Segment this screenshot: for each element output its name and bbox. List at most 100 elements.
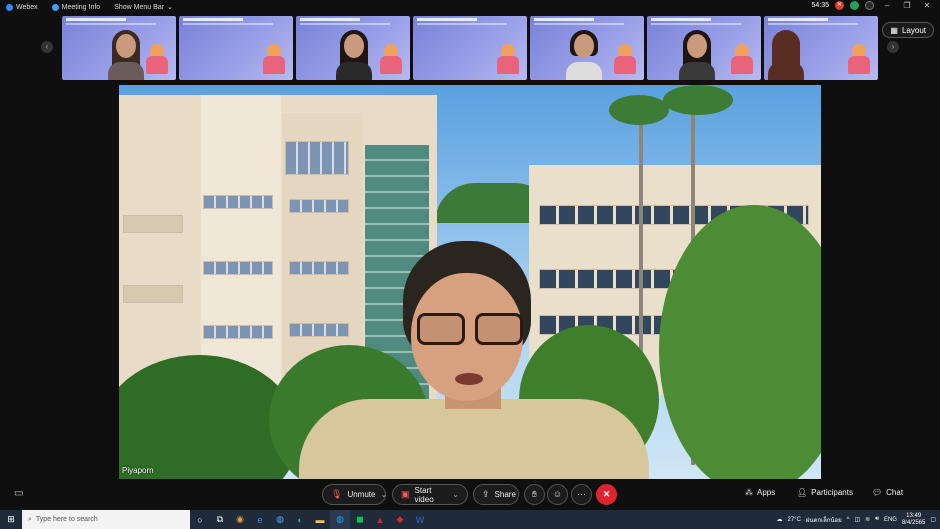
background-art (846, 44, 872, 76)
chat-button[interactable]: 💬︎ Chat (872, 488, 903, 497)
acrobat-icon[interactable]: ▲ (370, 510, 390, 529)
layout-button[interactable]: ▦ Layout (882, 22, 934, 38)
speaker-mouth (455, 373, 483, 385)
layout-label: Layout (901, 25, 926, 35)
share-button[interactable]: ⇪ Share (473, 484, 519, 505)
background-art (261, 44, 287, 76)
file-explorer-icon[interactable]: ▬ (310, 510, 330, 529)
apps-icon: ⁂ (745, 488, 753, 497)
slide-header (66, 18, 126, 21)
language-indicator[interactable]: ENG (884, 517, 897, 523)
apps-button[interactable]: ⁂ Apps (745, 488, 775, 497)
participant-video (106, 28, 146, 80)
webex-logo-icon (6, 3, 13, 11)
clock-time: 13:49 (906, 512, 922, 519)
palm-top (663, 85, 733, 115)
start-video-button[interactable]: ▣ Start video ⌄ (392, 484, 468, 505)
restore-icon[interactable]: ❐ (900, 1, 914, 10)
wifi-icon[interactable]: ≋ (865, 516, 870, 523)
start-video-label: Start video (414, 485, 434, 504)
slide-header (768, 18, 828, 21)
webex-app-menu[interactable]: Webex (6, 3, 38, 11)
participant-video (677, 28, 717, 80)
show-menu-bar-label: Show Menu Bar (114, 3, 165, 11)
webex-active-icon[interactable]: ◍ (330, 510, 350, 529)
slide-header (651, 18, 711, 21)
filmstrip-next-icon[interactable]: › (887, 41, 899, 53)
participant-thumbnail[interactable] (296, 16, 410, 80)
recording-icon[interactable]: ✕ (835, 1, 844, 10)
participant-thumbnail[interactable] (413, 16, 527, 80)
line-icon[interactable]: ◼ (350, 510, 370, 529)
slide-header (300, 18, 360, 21)
search-placeholder: Type here to search (35, 516, 98, 523)
edge-icon[interactable]: e (250, 510, 270, 529)
participant-thumbnail[interactable] (179, 16, 293, 80)
background-art (612, 44, 638, 76)
unmute-label: Unmute (347, 490, 376, 499)
word-icon[interactable]: W (410, 510, 430, 529)
participant-filmstrip (62, 16, 878, 80)
tray-overflow-icon[interactable]: ^ (847, 517, 850, 523)
notifications-icon[interactable]: ▢ (930, 516, 936, 523)
apps-label: Apps (757, 488, 776, 497)
palm-top (609, 95, 669, 125)
windows-start-icon[interactable]: ⊞ (0, 510, 22, 529)
more-options-button[interactable]: ··· (571, 484, 592, 505)
slide-header (417, 18, 477, 21)
app-name: Webex (16, 3, 38, 11)
cortana-icon[interactable]: ○ (190, 510, 210, 529)
slide-subheader (651, 23, 741, 25)
slide-subheader (417, 23, 507, 25)
chevron-down-icon[interactable]: ⌄ (380, 490, 387, 499)
participant-thumbnail[interactable] (764, 16, 878, 80)
close-icon[interactable]: ✕ (920, 1, 934, 10)
slide-subheader (183, 23, 273, 25)
show-menu-bar-button[interactable]: Show Menu Bar ⌄ (114, 3, 173, 12)
slide-subheader (300, 23, 390, 25)
reactions-icon[interactable]: ☺ (547, 484, 568, 505)
weather-icon[interactable]: ☁ (777, 516, 783, 523)
unmute-button[interactable]: 🎙︎ Unmute ⌄ (322, 484, 387, 505)
background-art (495, 44, 521, 76)
participant-video (766, 28, 806, 80)
raise-hand-icon[interactable]: ✋︎ (524, 484, 545, 505)
pdf-icon[interactable]: ◆ (390, 510, 410, 529)
filmstrip-prev-icon[interactable]: ‹ (41, 41, 53, 53)
slide-header (534, 18, 594, 21)
chrome-icon[interactable]: ◉ (230, 510, 250, 529)
taskbar-search-box[interactable]: ⌕ Type here to search (22, 510, 190, 529)
edge-dev-icon[interactable]: ◐ (290, 510, 310, 529)
connection-status-icon[interactable] (850, 1, 859, 10)
slide-subheader (534, 23, 624, 25)
layout-icon: ▦ (890, 25, 898, 35)
network-icon[interactable]: ◫ (854, 516, 860, 523)
participants-button[interactable]: 👤︎ Participants (797, 488, 853, 497)
share-icon: ⇪ (482, 489, 490, 499)
speaker-name-label: Piyaporn (122, 466, 154, 475)
background-art (729, 44, 755, 76)
title-bar: Webex Meeting Info Show Menu Bar ⌄ 54:35… (0, 0, 940, 14)
chat-label: Chat (886, 488, 904, 497)
participant-thumbnail[interactable] (62, 16, 176, 80)
speaker-video-feed (299, 241, 649, 479)
speaker-body (299, 399, 649, 479)
participant-thumbnail[interactable] (647, 16, 761, 80)
end-call-button[interactable]: ✕ (596, 484, 617, 505)
weather-temp[interactable]: 27°C (788, 517, 801, 523)
meeting-info-button[interactable]: Meeting Info (51, 3, 100, 11)
pin-icon[interactable] (865, 1, 874, 10)
active-speaker-video[interactable] (119, 85, 821, 479)
slide-header (183, 18, 243, 21)
participant-video (334, 28, 374, 80)
speaker-glasses (417, 313, 525, 347)
task-view-icon[interactable]: ⧉ (210, 510, 230, 529)
volume-icon[interactable]: 🔊︎ (875, 516, 879, 523)
minimize-icon[interactable]: – (880, 1, 894, 10)
system-clock[interactable]: 13:49 8/4/2565 (902, 513, 925, 527)
captions-icon[interactable]: ▭ (14, 488, 23, 499)
webex-taskbar-icon[interactable]: ◍ (270, 510, 290, 529)
participant-thumbnail[interactable] (530, 16, 644, 80)
chevron-down-icon[interactable]: ⌄ (452, 490, 459, 499)
chat-icon: 💬︎ (872, 488, 883, 497)
